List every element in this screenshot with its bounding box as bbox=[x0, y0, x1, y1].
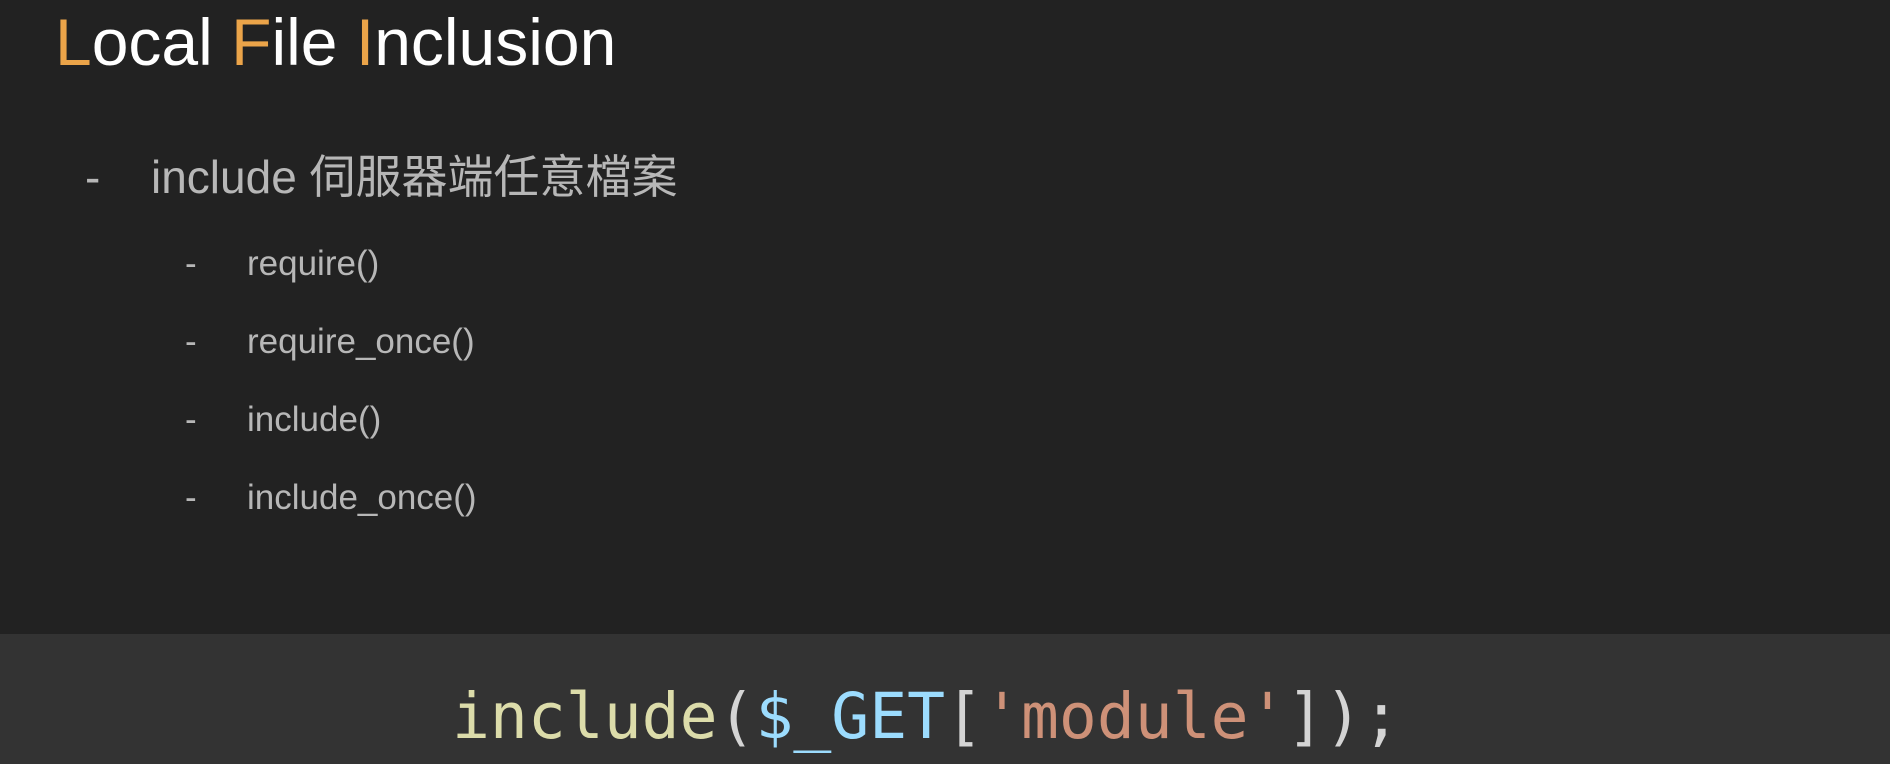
bullet-dash: - bbox=[185, 478, 197, 517]
title-word-rest-nclusion: nclusion bbox=[374, 5, 617, 79]
title-word-rest-ocal: ocal bbox=[91, 5, 232, 79]
code-token-variable: $_GET bbox=[755, 680, 946, 753]
code-line: include($_GET['module']); bbox=[452, 672, 1400, 762]
sub-bullet-text: require_once() bbox=[247, 322, 475, 361]
bullet-dash: - bbox=[85, 151, 101, 203]
bullet-main-text: include 伺服器端任意檔案 bbox=[151, 151, 678, 203]
code-token-string: 'module' bbox=[983, 680, 1287, 753]
title-initial-l: L bbox=[55, 5, 92, 79]
title-initial-i: I bbox=[355, 5, 375, 79]
sub-bullet-text: require() bbox=[247, 244, 380, 283]
sub-bullet-text: include_once() bbox=[247, 478, 477, 517]
bullet-dash: - bbox=[185, 322, 197, 361]
bullet-dash: - bbox=[185, 244, 197, 283]
slide-title: Local File Inclusion bbox=[55, 2, 616, 82]
sub-bullet-text: include() bbox=[247, 400, 382, 439]
bullet-dash: - bbox=[185, 400, 197, 439]
code-token-closing: ]); bbox=[1286, 680, 1401, 753]
code-token-function: include bbox=[452, 680, 718, 753]
code-token-paren-open: ( bbox=[717, 680, 756, 753]
slide: Local File Inclusion - include 伺服器端任意檔案 … bbox=[0, 0, 1890, 764]
title-initial-f: F bbox=[231, 5, 272, 79]
code-token-bracket-open: [ bbox=[945, 680, 984, 753]
title-word-rest-ile: ile bbox=[271, 5, 356, 79]
